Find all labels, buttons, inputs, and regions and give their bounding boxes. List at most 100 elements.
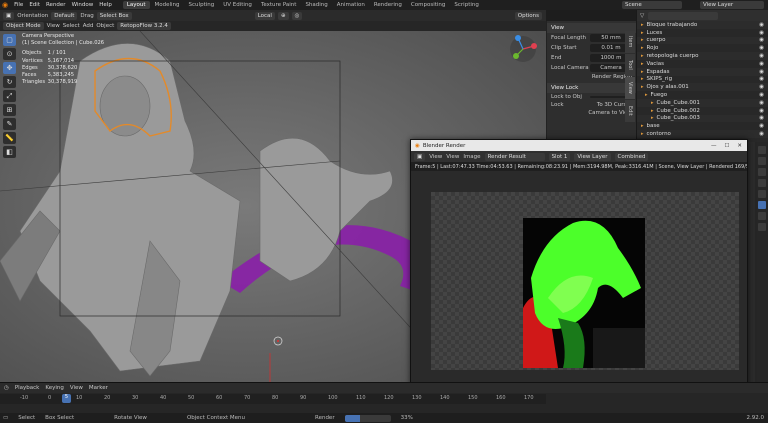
tab-texture-paint[interactable]: Texture Paint — [257, 1, 301, 9]
tab-shading[interactable]: Shading — [301, 1, 331, 9]
modifier-properties-icon[interactable] — [757, 212, 766, 220]
visibility-eye-icon[interactable]: ◉ — [759, 69, 764, 75]
menu-view[interactable]: View — [47, 23, 60, 29]
tab-rendering[interactable]: Rendering — [370, 1, 406, 9]
tab-uv-editing[interactable]: UV Editing — [219, 1, 256, 9]
mode-dropdown[interactable]: Object Mode — [3, 22, 44, 30]
transform-tool-icon[interactable]: ⊞ — [3, 104, 16, 116]
tab-tool[interactable]: Tool — [625, 54, 635, 76]
tab-view[interactable]: View — [625, 77, 635, 99]
menu-keying[interactable]: Keying — [45, 385, 63, 391]
outliner-item[interactable]: ▸ Rojo ◉ — [637, 44, 768, 52]
outliner-item[interactable]: ▸ retopologia cuerpo ◉ — [637, 52, 768, 60]
proportional-icon[interactable]: ◎ — [291, 11, 303, 20]
visibility-eye-icon[interactable]: ◉ — [759, 53, 764, 59]
outliner-item[interactable]: ▸ Luces ◉ — [637, 29, 768, 37]
options-button[interactable]: Options — [514, 11, 542, 20]
outliner-item[interactable]: ▸ base ◉ — [637, 122, 768, 130]
retopoflow-button[interactable]: RetopoFlow 3.2.4 — [117, 22, 171, 30]
editor-type-icon[interactable]: ◷ — [4, 385, 9, 391]
outliner-item[interactable]: ▸ Bloque trabajando ◉ — [637, 21, 768, 29]
tab-item[interactable]: Item — [625, 31, 635, 53]
cursor-tool-icon[interactable]: ⊙ — [3, 48, 16, 60]
outliner-item[interactable]: ▸ SKIPS_rig ◉ — [637, 76, 768, 84]
filter-icon[interactable]: ▽ — [640, 13, 644, 19]
maximize-icon[interactable]: ☐ — [724, 143, 729, 149]
image-selector[interactable]: Render Result — [484, 152, 545, 161]
snap-icon[interactable]: ⊕ — [277, 11, 289, 20]
menu-help[interactable]: Help — [96, 2, 115, 8]
tab-layout[interactable]: Layout — [122, 1, 150, 9]
object-properties-icon[interactable] — [757, 201, 766, 209]
tab-compositing[interactable]: Compositing — [407, 1, 449, 9]
menu-view[interactable]: View — [70, 385, 83, 391]
annotate-tool-icon[interactable]: ✎ — [3, 118, 16, 130]
visibility-eye-icon[interactable]: ◉ — [759, 115, 764, 121]
menu-window[interactable]: Window — [69, 2, 97, 8]
outliner-item[interactable]: ▸ Cube_Cube.002 ◉ — [637, 107, 768, 115]
tab-edit[interactable]: Edit — [625, 100, 635, 122]
tab-scripting[interactable]: Scripting — [450, 1, 482, 9]
orientation-dropdown[interactable]: Default — [51, 11, 78, 20]
outliner-item[interactable]: ▸ Ojos y alas.001 ◉ — [637, 83, 768, 92]
output-properties-icon[interactable] — [757, 157, 766, 165]
move-tool-icon[interactable]: ✥ — [3, 62, 16, 74]
outliner-item[interactable]: ▸ Vacias ◉ — [637, 60, 768, 68]
material-properties-icon[interactable] — [757, 223, 766, 231]
outliner-search-input[interactable] — [648, 11, 719, 20]
view-layer-dropdown[interactable]: View Layer — [574, 152, 611, 161]
view-section-header[interactable]: View — [547, 23, 636, 33]
visibility-eye-icon[interactable]: ◉ — [759, 84, 764, 90]
visibility-eye-icon[interactable]: ◉ — [759, 123, 764, 129]
outliner-item[interactable]: ▸ Espadas ◉ — [637, 67, 768, 76]
close-icon[interactable]: ✕ — [737, 143, 742, 149]
view-lock-section-header[interactable]: View Lock — [547, 83, 636, 93]
render-properties-icon[interactable] — [757, 146, 766, 154]
blender-logo-icon[interactable]: ◉ — [2, 1, 8, 9]
visibility-eye-icon[interactable]: ◉ — [759, 100, 764, 106]
menu-image[interactable]: Image — [463, 154, 480, 160]
editor-type-button[interactable]: ▣ — [3, 11, 15, 20]
slot-dropdown[interactable]: Slot 1 — [548, 152, 571, 161]
current-frame-indicator[interactable]: 5 — [62, 394, 71, 403]
menu-select[interactable]: Select — [63, 23, 80, 29]
tab-modeling[interactable]: Modeling — [151, 1, 184, 9]
menu-add[interactable]: Add — [83, 23, 94, 29]
menu-playback[interactable]: Playback — [15, 385, 40, 391]
menu-object[interactable]: Object — [96, 23, 114, 29]
outliner-item[interactable]: ▸ Fuego ◉ — [637, 91, 768, 99]
pass-dropdown[interactable]: Combined — [614, 152, 649, 161]
select-box-tool-icon[interactable]: ▢ — [3, 34, 16, 46]
menu-view[interactable]: View — [429, 154, 442, 160]
measure-tool-icon[interactable]: 📏 — [3, 132, 16, 144]
outliner-item[interactable]: ▸ cuerpo ◉ — [637, 36, 768, 45]
transform-orientation[interactable]: Local — [254, 11, 275, 20]
visibility-eye-icon[interactable]: ◉ — [759, 108, 764, 114]
visibility-eye-icon[interactable]: ◉ — [759, 131, 764, 137]
tab-sculpting[interactable]: Sculpting — [185, 1, 219, 9]
editor-type-button[interactable]: ▣ — [414, 152, 426, 161]
render-canvas[interactable] — [431, 192, 739, 370]
view-layer-properties-icon[interactable] — [757, 168, 766, 176]
scene-selector[interactable]: Scene — [622, 1, 682, 9]
outliner-item[interactable]: ▸ Cube_Cube.003 ◉ — [637, 114, 768, 123]
visibility-eye-icon[interactable]: ◉ — [759, 37, 764, 43]
visibility-eye-icon[interactable]: ◉ — [759, 76, 764, 82]
menu-render[interactable]: Render — [43, 2, 69, 8]
visibility-eye-icon[interactable]: ◉ — [759, 30, 764, 36]
visibility-eye-icon[interactable]: ◉ — [759, 22, 764, 28]
visibility-eye-icon[interactable]: ◉ — [759, 61, 764, 67]
scale-tool-icon[interactable]: ⤢ — [3, 90, 16, 102]
timeline-ruler[interactable]: 5 -10 0 10 20 30 40 50 60 70 80 90 100 110 120 130 140 1… — [0, 394, 546, 404]
add-cube-tool-icon[interactable]: ◧ — [3, 146, 16, 158]
menu-view-2[interactable]: View — [446, 154, 459, 160]
minimize-icon[interactable]: — — [711, 143, 717, 149]
world-properties-icon[interactable] — [757, 190, 766, 198]
visibility-eye-icon[interactable]: ◉ — [759, 92, 764, 98]
drag-dropdown[interactable]: Select Box — [96, 11, 132, 20]
menu-edit[interactable]: Edit — [26, 2, 43, 8]
scene-properties-icon[interactable] — [757, 179, 766, 187]
navigation-gizmo[interactable] — [508, 34, 538, 64]
menu-file[interactable]: File — [11, 2, 26, 8]
rotate-tool-icon[interactable]: ↻ — [3, 76, 16, 88]
